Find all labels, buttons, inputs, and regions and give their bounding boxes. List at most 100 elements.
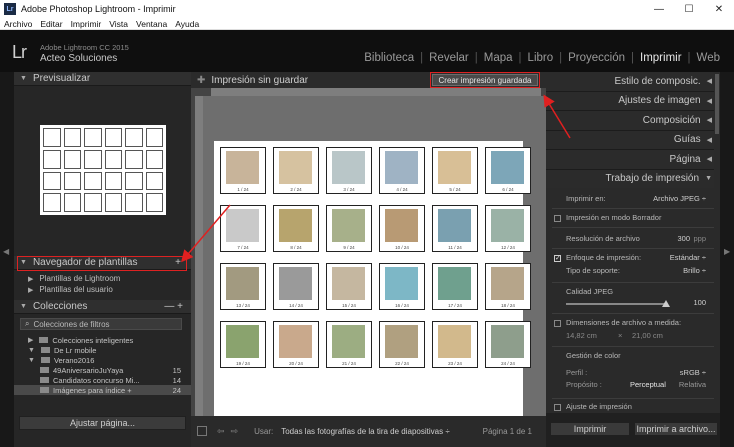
print-cell[interactable]: 14 / 24 — [273, 263, 319, 310]
print-cell[interactable]: 9 / 24 — [326, 205, 372, 252]
use-source-select[interactable]: Todas las fotografías de la tira de diap… — [281, 427, 449, 436]
menu-imprimir[interactable]: Imprimir — [71, 19, 102, 29]
print-cell[interactable]: 5 / 24 — [432, 147, 478, 194]
profile-select[interactable]: sRGB ÷ — [680, 368, 706, 377]
print-cell[interactable]: 1 / 24 — [220, 147, 266, 194]
collection-item[interactable]: 49AniversarioJuYaya 15 — [14, 365, 191, 375]
sharpening-select[interactable]: Estándar ÷ — [670, 253, 706, 262]
collection-filter-input[interactable]: ⌕ Colecciones de filtros — [20, 318, 182, 330]
expand-triangle-icon[interactable]: ▶ — [28, 275, 33, 283]
maximize-icon[interactable]: ☐ — [674, 0, 704, 18]
jpeg-quality-slider[interactable] — [566, 300, 670, 307]
jpeg-quality-value[interactable]: 100 — [693, 298, 706, 307]
print-cell[interactable]: 13 / 24 — [220, 263, 266, 310]
section-page[interactable]: Página ◀ — [546, 150, 720, 170]
collection-item-selected[interactable]: Imágenes para índice +24 — [14, 385, 191, 395]
section-image-settings[interactable]: Ajustes de imagen ◀ — [546, 91, 720, 111]
menu-editar[interactable]: Editar — [40, 19, 62, 29]
print-cell[interactable]: 20 / 24 — [273, 321, 319, 368]
right-panel-edge[interactable]: ▶ — [720, 72, 734, 447]
menu-ayuda[interactable]: Ayuda — [175, 19, 199, 29]
print-cell[interactable]: 12 / 24 — [485, 205, 531, 252]
collapse-triangle-icon[interactable]: ◀ — [707, 77, 712, 85]
module-mapa[interactable]: Mapa — [478, 52, 519, 64]
collection-item[interactable]: ▼ De Lr mobile — [14, 345, 191, 355]
previous-page-icon[interactable]: ⇦ — [217, 426, 225, 437]
print-to-select[interactable]: Archivo JPEG ÷ — [653, 194, 706, 203]
right-panel-scrollbar[interactable] — [714, 72, 720, 412]
collection-item[interactable]: ▼ Verano2016 — [14, 355, 191, 365]
print-cell[interactable]: 22 / 24 — [379, 321, 425, 368]
custom-dims-checkbox[interactable] — [554, 320, 561, 327]
module-libro[interactable]: Libro — [522, 52, 560, 64]
media-type-select[interactable]: Brillo ÷ — [683, 266, 706, 275]
module-revelar[interactable]: Revelar — [423, 52, 475, 64]
module-proyeccion[interactable]: Proyección — [562, 52, 631, 64]
module-web[interactable]: Web — [691, 52, 726, 64]
collection-item[interactable]: ▶ Colecciones inteligentes — [14, 335, 191, 345]
collection-item[interactable]: Candidatos concurso Mi... 14 — [14, 375, 191, 385]
print-cell[interactable]: 15 / 24 — [326, 263, 372, 310]
print-to-file-button[interactable]: Imprimir a archivo... — [634, 422, 718, 436]
horizontal-ruler[interactable] — [211, 88, 541, 96]
collapse-right-icon[interactable]: ▶ — [724, 247, 730, 256]
menu-vista[interactable]: Vista — [109, 19, 128, 29]
section-layout-style[interactable]: Estilo de composic. ◀ — [546, 72, 720, 92]
section-guides[interactable]: Guías ◀ — [546, 130, 720, 150]
print-cell[interactable]: 4 / 24 — [379, 147, 425, 194]
collapse-triangle-icon[interactable]: ◀ — [707, 136, 712, 144]
preview-panel-header[interactable]: ▼ Previsualizar — [14, 72, 191, 86]
print-cell[interactable]: 7 / 24 — [220, 205, 266, 252]
menu-archivo[interactable]: Archivo — [4, 19, 32, 29]
print-cell[interactable]: 6 / 24 — [485, 147, 531, 194]
collapse-triangle-icon[interactable]: ▼ — [705, 175, 712, 182]
close-icon[interactable]: ✕ — [704, 0, 734, 18]
print-cell[interactable]: 24 / 24 — [485, 321, 531, 368]
print-cell[interactable]: 23 / 24 — [432, 321, 478, 368]
template-folder[interactable]: ▶ Plantillas de Lightroom — [14, 273, 191, 284]
section-print-job[interactable]: Trabajo de impresión ▼ — [546, 169, 720, 189]
print-cell[interactable]: 3 / 24 — [326, 147, 372, 194]
expand-triangle-icon[interactable]: ▼ — [28, 357, 35, 364]
expand-triangle-icon[interactable]: ▶ — [28, 336, 33, 344]
print-cell[interactable]: 19 / 24 — [220, 321, 266, 368]
page-setup-button[interactable]: Ajustar página... — [19, 416, 186, 430]
section-layout[interactable]: Composición ◀ — [546, 111, 720, 131]
print-cell[interactable]: 21 / 24 — [326, 321, 372, 368]
collections-panel-header[interactable]: ▼ Colecciones — + — [14, 300, 191, 314]
print-cell[interactable]: 2 / 24 — [273, 147, 319, 194]
scrollbar-thumb[interactable] — [715, 74, 719, 134]
template-folder[interactable]: ▶ Plantillas del usuario — [14, 284, 191, 295]
custom-height[interactable]: 21,00 cm — [632, 331, 663, 340]
print-cell[interactable]: 18 / 24 — [485, 263, 531, 310]
print-cell[interactable]: 17 / 24 — [432, 263, 478, 310]
menu-ventana[interactable]: Ventana — [136, 19, 167, 29]
print-button[interactable]: Imprimir — [550, 422, 630, 436]
collapse-triangle-icon[interactable]: ◀ — [707, 97, 712, 105]
page-bleed-toggle[interactable] — [197, 426, 207, 436]
slider-knob[interactable] — [662, 300, 670, 307]
expand-triangle-icon[interactable]: ▼ — [28, 347, 35, 354]
collapse-triangle-icon[interactable]: ▼ — [20, 303, 27, 310]
print-cell[interactable]: 11 / 24 — [432, 205, 478, 252]
sharpening-checkbox[interactable]: ✓ — [554, 255, 561, 262]
minimize-icon[interactable]: — — [644, 0, 674, 18]
intent-perceptual[interactable]: Perceptual — [630, 380, 666, 389]
next-page-icon[interactable]: ⇨ — [231, 426, 239, 437]
module-imprimir[interactable]: Imprimir — [634, 52, 688, 64]
vertical-ruler[interactable] — [195, 96, 203, 416]
collection-actions-icon[interactable]: — + — [164, 301, 183, 312]
collapse-left-icon[interactable]: ◀ — [3, 247, 9, 256]
collapse-triangle-icon[interactable]: ◀ — [707, 155, 712, 163]
collapse-triangle-icon[interactable]: ◀ — [707, 116, 712, 124]
custom-width[interactable]: 14,82 cm — [566, 331, 597, 340]
collapse-triangle-icon[interactable]: ▼ — [20, 75, 27, 82]
print-cell[interactable]: 10 / 24 — [379, 205, 425, 252]
add-print-icon[interactable]: ✚ — [197, 75, 205, 86]
draft-mode-checkbox[interactable] — [554, 215, 561, 222]
print-adjust-checkbox[interactable] — [554, 404, 561, 411]
print-cell[interactable]: 8 / 24 — [273, 205, 319, 252]
module-biblioteca[interactable]: Biblioteca — [358, 52, 420, 64]
file-resolution-value[interactable]: 300 — [677, 234, 690, 243]
intent-relative[interactable]: Relativa — [679, 380, 706, 389]
